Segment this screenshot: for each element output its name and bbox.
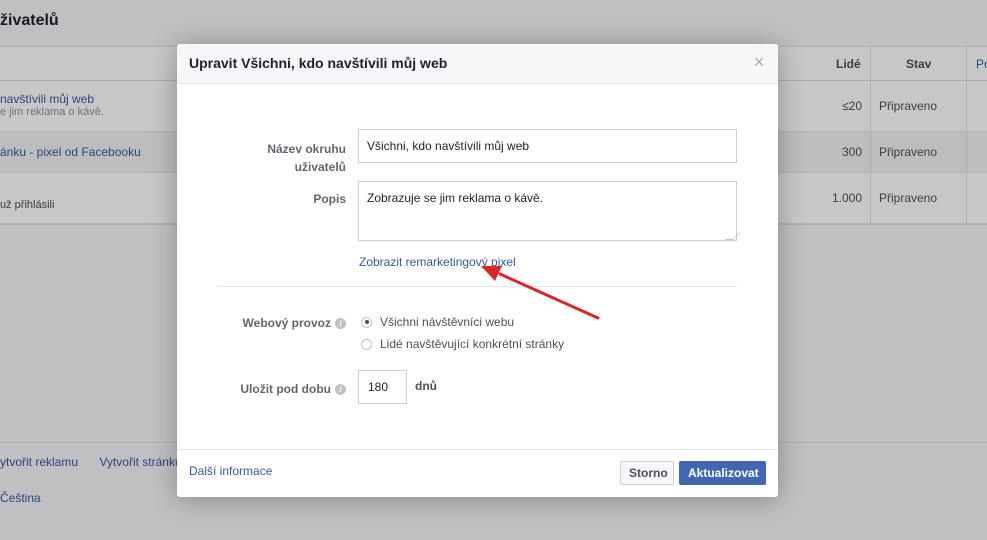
dialog-title: Upravit Všichni, kdo navštívili můj web: [189, 55, 448, 71]
audience-name-input[interactable]: [358, 129, 737, 163]
radio-unselected-icon[interactable]: [361, 338, 372, 350]
web-traffic-label-text: Webový provoz: [242, 316, 331, 330]
retention-unit: dnů: [415, 379, 437, 393]
footer-divider: [177, 449, 778, 450]
description-textarea[interactable]: Zobrazuje se jim reklama o kávě.: [358, 181, 737, 241]
retention-label-text: Uložit pod dobu: [240, 382, 331, 396]
info-icon[interactable]: i: [335, 317, 346, 329]
retention-label: Uložit pod dobu i: [217, 380, 346, 398]
more-info-link[interactable]: Další informace: [189, 464, 272, 478]
radio-selected-icon[interactable]: [361, 316, 372, 328]
description-label: Popis: [313, 192, 346, 206]
section-divider: [217, 286, 737, 287]
radio-all-visitors-label[interactable]: Všichni návštěvníci webu: [380, 315, 514, 329]
update-button[interactable]: Aktualizovat: [679, 461, 766, 485]
radio-specific-pages-label[interactable]: Lidé navštěvující konkrétní stránky: [380, 337, 564, 351]
web-traffic-label: Webový provoz i: [217, 314, 346, 332]
retention-days-input[interactable]: [358, 370, 407, 404]
radio-all-visitors[interactable]: Všichni návštěvníci webu: [361, 315, 514, 329]
radio-specific-pages[interactable]: Lidé navštěvující konkrétní stránky: [361, 337, 564, 351]
cancel-button[interactable]: Storno: [620, 461, 674, 485]
audience-name-label: Název okruhu uživatelů: [267, 142, 346, 174]
view-pixel-link[interactable]: Zobrazit remarketingový pixel: [359, 255, 516, 269]
info-icon[interactable]: i: [335, 383, 346, 395]
edit-audience-dialog: Upravit Všichni, kdo navštívili můj web …: [177, 44, 778, 497]
close-icon[interactable]: ×: [750, 53, 768, 71]
dialog-header: Upravit Všichni, kdo navštívili můj web …: [177, 44, 778, 84]
